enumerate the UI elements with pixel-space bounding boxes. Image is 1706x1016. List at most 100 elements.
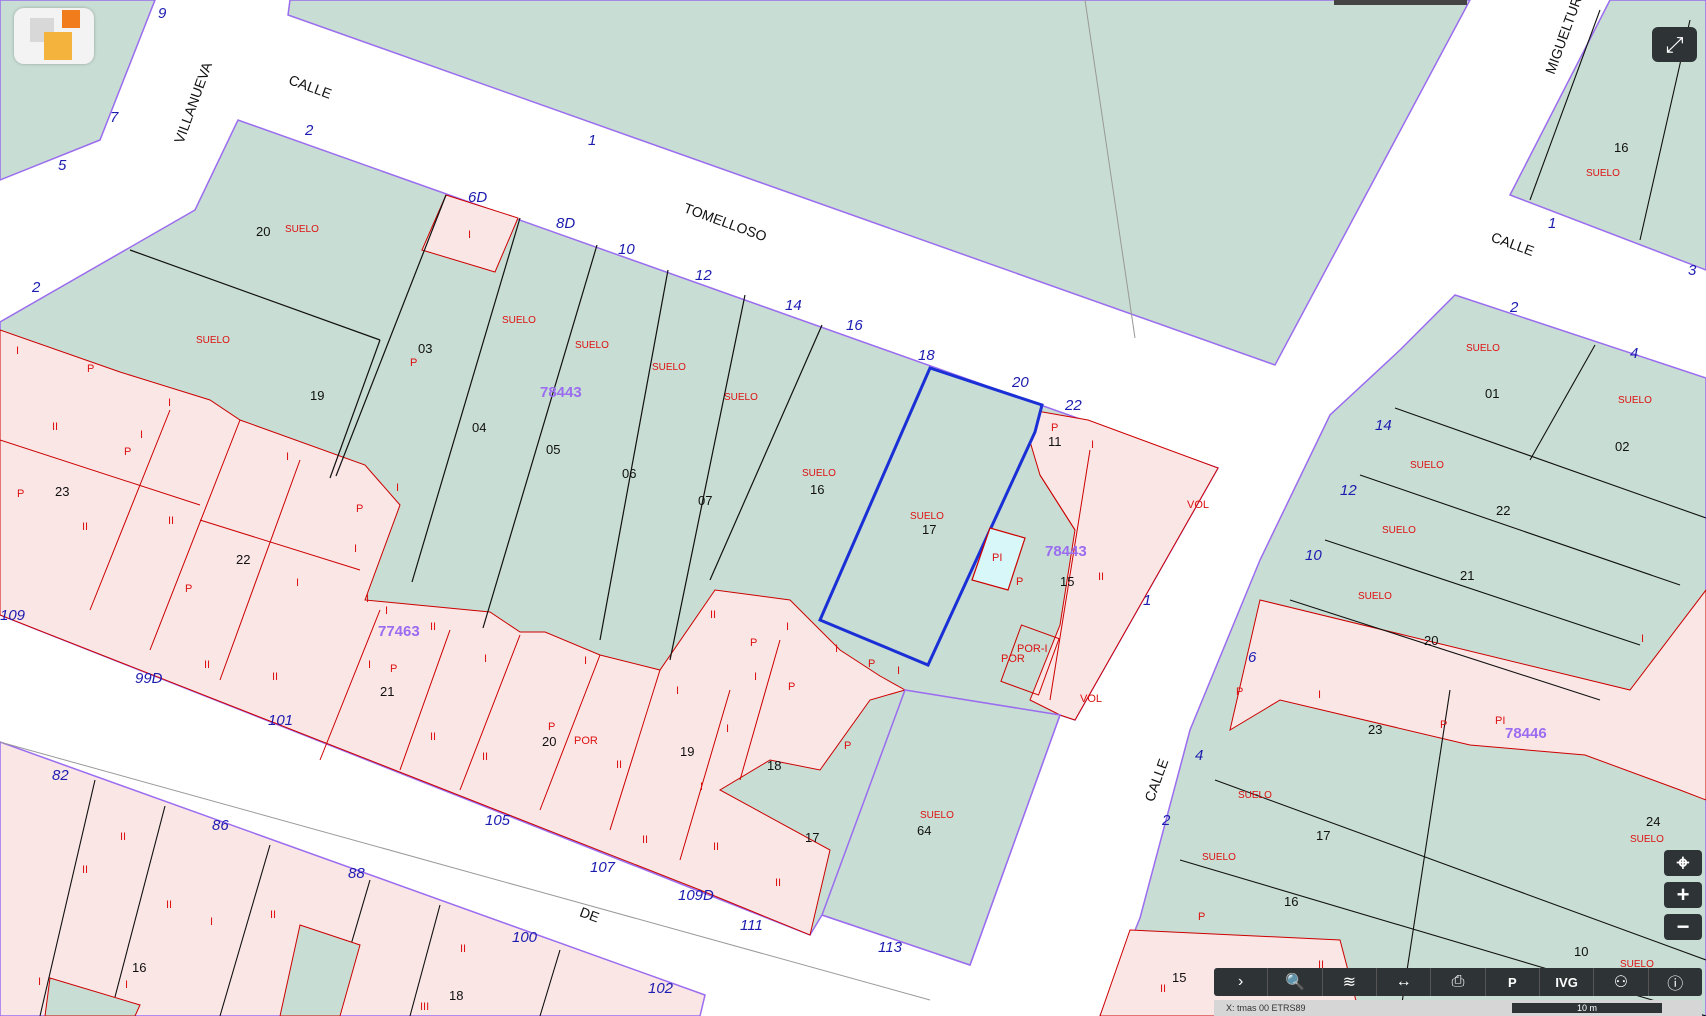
zoom-out-button[interactable]: − (1664, 914, 1702, 940)
search-tool-button[interactable]: 🔍 (1268, 968, 1323, 996)
label-p: P (356, 503, 363, 515)
street-number: 12 (1340, 482, 1357, 499)
label-i: I (385, 605, 388, 617)
print-tool-button[interactable]: ⎙ (1431, 968, 1486, 996)
label-ii: II (460, 943, 466, 955)
label-suelo: SUELO (1410, 460, 1444, 471)
label-suelo: SUELO (724, 392, 758, 403)
label-ii: II (710, 609, 716, 621)
label-i: I (1091, 439, 1094, 451)
label-ii: II (1098, 571, 1104, 583)
street-number: 1 (588, 132, 596, 149)
label-i: I (396, 482, 399, 494)
unit-number: 18 (767, 758, 781, 773)
street-number: 6 (1248, 649, 1257, 666)
label-suelo: SUELO (910, 511, 944, 522)
street-number: 1 (1143, 592, 1151, 609)
label-p: P (750, 637, 757, 649)
label-suelo: SUELO (502, 315, 536, 326)
share-tool-button[interactable]: ⚇ (1594, 968, 1649, 996)
unit-number: 20 (1424, 633, 1438, 648)
label-por: POR (1001, 653, 1025, 665)
label-suelo: SUELO (652, 362, 686, 373)
share-icon: ⚇ (1613, 974, 1629, 991)
street-number: 7 (110, 109, 119, 126)
label-suelo: SUELO (802, 468, 836, 479)
unit-number: 16 (1284, 894, 1298, 909)
reference-tool-button[interactable]: P (1486, 968, 1540, 996)
label-ii: II (430, 731, 436, 743)
street-number: 109 (0, 607, 26, 624)
expand-arrows-icon: ⤢ (1665, 31, 1684, 57)
layers-tool-button[interactable]: ≋ (1323, 968, 1377, 996)
label-pi: PI (992, 552, 1002, 564)
street-number: 8D (556, 215, 575, 232)
locate-button[interactable]: ⌖ (1664, 850, 1702, 876)
label-suelo: SUELO (285, 224, 319, 235)
unit-number: 17 (922, 522, 936, 537)
label-suelo: SUELO (1202, 852, 1236, 863)
measure-tool-button[interactable]: ↔ (1377, 968, 1432, 996)
label-i: I (210, 916, 213, 928)
fullscreen-button[interactable]: ⤢ (1652, 27, 1697, 62)
label-i: I (754, 671, 757, 683)
unit-number: 05 (546, 442, 560, 457)
unit-number: 22 (236, 552, 250, 567)
label-i: I (897, 665, 900, 677)
label-suelo: SUELO (1630, 834, 1664, 845)
unit-number: 15 (1060, 574, 1074, 589)
label-p: P (844, 740, 851, 752)
street-number: 105 (485, 812, 511, 829)
plus-icon: + (1676, 882, 1690, 907)
label-ii: II (713, 841, 719, 853)
label-ii: II (168, 515, 174, 527)
unit-number: 07 (698, 493, 712, 508)
label-i: I (468, 229, 471, 241)
label-i: I (1641, 633, 1644, 645)
print-icon: ⎙ (1451, 973, 1465, 990)
unit-number: 01 (1485, 386, 1499, 401)
parcel-ref: 78446 (1505, 725, 1547, 742)
street-number: 18 (918, 347, 935, 364)
street-number: 107 (590, 859, 616, 876)
label-i: I (354, 543, 357, 555)
street-number: 2 (304, 122, 314, 139)
label-pi: PI (1495, 715, 1505, 727)
label-i: I (38, 976, 41, 988)
street-number: 4 (1630, 345, 1638, 362)
unit-number: 64 (917, 823, 931, 838)
unit-number: 19 (310, 388, 324, 403)
unit-number: 21 (380, 684, 394, 699)
unit-number: 21 (1460, 568, 1474, 583)
scale-bar: 10 m (1512, 1003, 1662, 1013)
label-i: I (16, 345, 19, 357)
coordinate-status: X: tmas 00 ETRS89 (1226, 1003, 1306, 1013)
search-icon: 🔍 (1285, 974, 1305, 991)
zoom-in-button[interactable]: + (1664, 882, 1702, 908)
label-i: I (368, 659, 371, 671)
label-p: P (124, 446, 131, 458)
street-number: 3 (1688, 262, 1697, 279)
unit-number: 02 (1615, 439, 1629, 454)
label-p: P (410, 357, 417, 369)
label-i: I (835, 643, 838, 655)
label-por: POR (574, 735, 598, 747)
cadastral-map[interactable]: CALLE VILLANUEVA TOMELLOSO CALLE CALLE M… (0, 0, 1706, 1016)
ivg-tool-button[interactable]: IVG (1540, 968, 1595, 996)
label-ii: II (775, 877, 781, 889)
label-vol: VOL (1187, 499, 1209, 511)
app-logo[interactable] (14, 8, 94, 64)
expand-tool-button[interactable]: › (1214, 968, 1269, 996)
unit-number: 19 (680, 744, 694, 759)
street-number: 12 (695, 267, 712, 284)
label-i: I (140, 429, 143, 441)
street-number: 100 (512, 929, 538, 946)
street-number: 101 (268, 712, 293, 729)
info-tool-button[interactable]: ⓘ (1649, 968, 1702, 996)
street-number: 88 (348, 865, 365, 882)
unit-number: 04 (472, 420, 486, 435)
label-i: I (125, 979, 128, 991)
unit-number: 20 (256, 224, 270, 239)
label-ii: II (430, 621, 436, 633)
label-i: I (168, 397, 171, 409)
